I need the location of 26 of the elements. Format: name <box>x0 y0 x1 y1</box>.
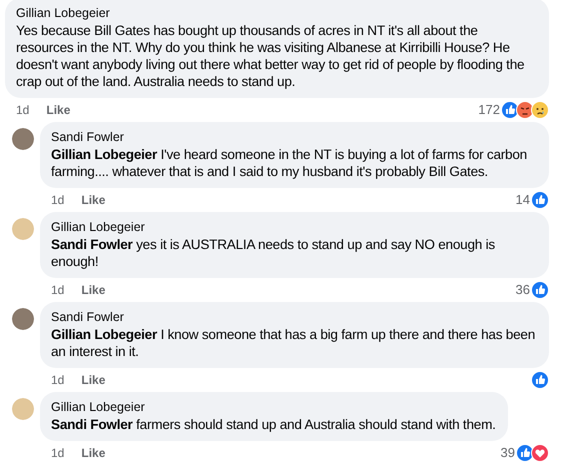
comment-text: Sandi Fowler farmers should stand up and Australia should stand with them. <box>51 416 496 433</box>
comment-time[interactable]: 1d <box>51 372 64 386</box>
reaction-count[interactable]: 36 <box>516 282 530 297</box>
reaction-count[interactable]: 39 <box>500 445 515 460</box>
like-link[interactable]: Like <box>46 102 70 116</box>
reaction-count[interactable]: 172 <box>478 102 500 117</box>
comment-time[interactable]: 1d <box>51 282 64 296</box>
comment-time[interactable]: 1d <box>51 192 64 206</box>
comment-text: Gillian Lobegeier I know someone that has a big farm up there and there has been an interest in it. <box>51 326 536 360</box>
avatar-icon[interactable] <box>12 128 34 150</box>
avatar-icon[interactable] <box>12 308 34 330</box>
author-name[interactable]: Gillian Lobegeier <box>51 219 537 235</box>
reaction-count[interactable]: 14 <box>516 192 530 207</box>
author-name[interactable]: Sandi Fowler <box>51 309 537 325</box>
comment-time[interactable]: 1d <box>51 446 64 460</box>
like-link[interactable]: Like <box>81 192 106 206</box>
author-name[interactable]: Gillian Lobegeier <box>51 399 496 415</box>
comment-text: Sandi Fowler yes it is AUSTRALIA needs to stand up and say NO enough is enough! <box>51 236 496 270</box>
comment-time[interactable]: 1d <box>16 102 30 116</box>
like-link[interactable]: Like <box>81 372 106 386</box>
like-link[interactable]: Like <box>81 446 106 460</box>
comment-text: Yes because Bill Gates has bought up thousands of acres in NT it's all about the resources in the NT. Why do you think he was visiting Albanese at Kirribilli House? He doesn't want anybody living out there what better way to get rid of people by flooding the crap out of the land. Australia needs to stand up. <box>16 22 526 90</box>
author-name[interactable]: Gillian Lobegeier <box>16 5 537 21</box>
like-link[interactable]: Like <box>81 282 106 296</box>
author-name[interactable]: Sandi Fowler <box>51 129 537 145</box>
comment-text: Gillian Lobegeier I've heard someone in the NT is buying a lot of farms for carbon farming.... whatever that is and I said to my husband it's probably Bill Gates. <box>51 146 528 180</box>
